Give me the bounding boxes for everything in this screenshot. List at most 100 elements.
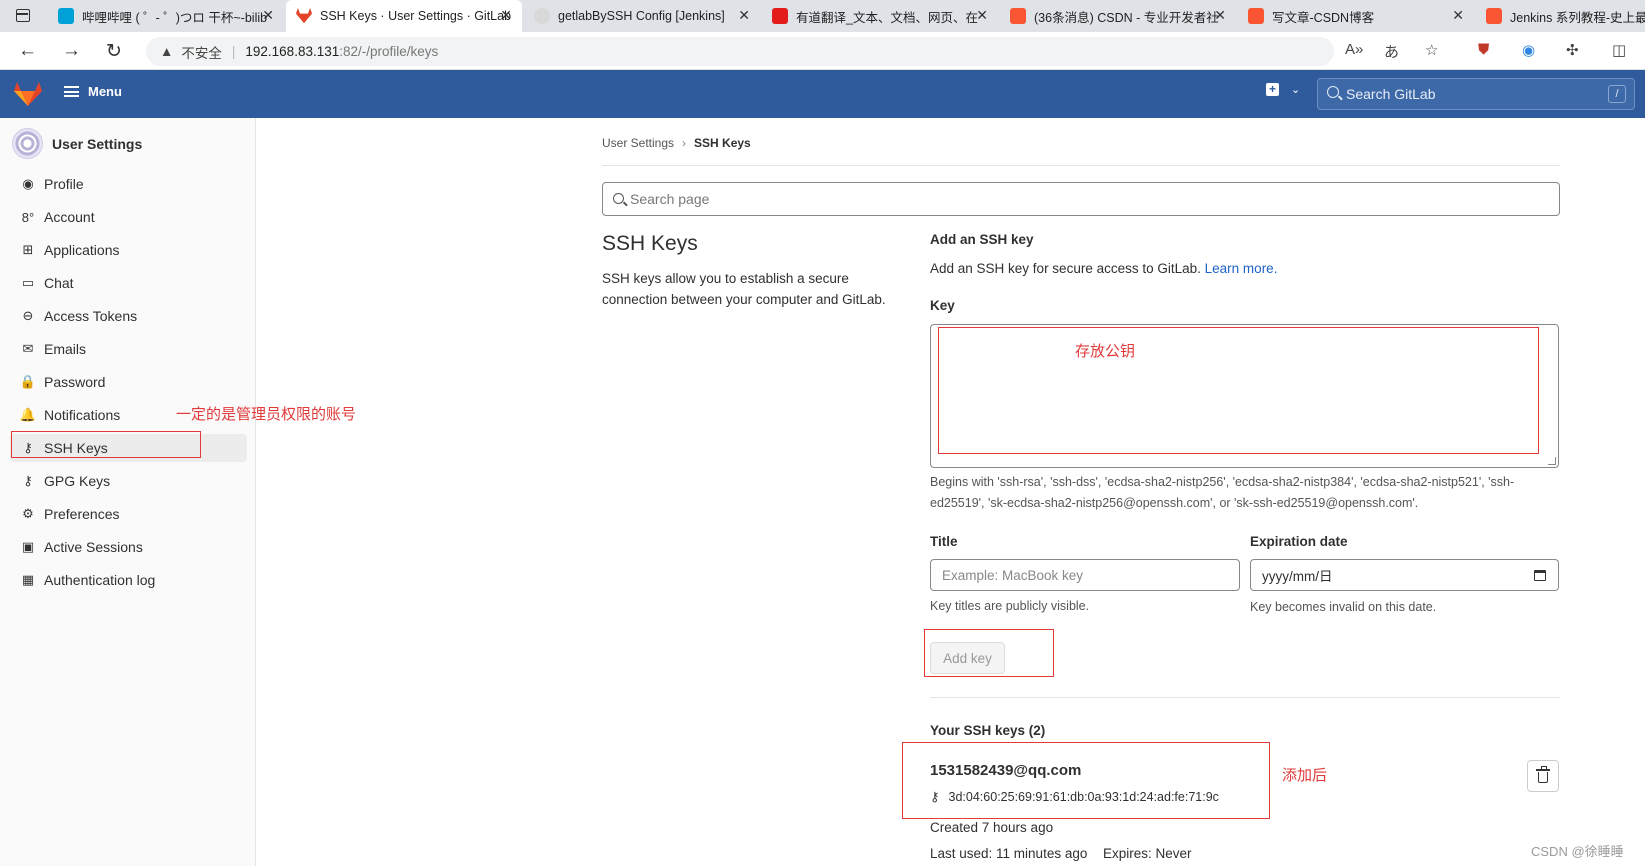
- extension-icon[interactable]: ◉: [1522, 41, 1535, 59]
- browser-tab-bar: 哔哩哔哩 ( ゜- ゜)つロ 干杯~-bilib ✕ SSH Keys · Us…: [0, 0, 1645, 32]
- search-icon: [1327, 86, 1339, 98]
- sidebar-item-label: Active Sessions: [44, 539, 143, 555]
- sidebar-item-label: Account: [44, 209, 95, 225]
- page-description: SSH keys allow you to establish a secure…: [602, 271, 886, 307]
- close-tab-icon[interactable]: ✕: [500, 7, 512, 24]
- annotation-store-key: 存放公钥: [1075, 343, 1136, 360]
- annotation-box: [11, 431, 201, 458]
- user-icon: ◉: [22, 176, 34, 191]
- annotation-after-add: 添加后: [1282, 767, 1328, 784]
- sidebar-item-label: Profile: [44, 176, 84, 192]
- browser-tab[interactable]: 哔哩哔哩 ( ゜- ゜)つロ 干杯~-bilib ✕: [48, 0, 284, 32]
- learn-more-link[interactable]: Learn more.: [1205, 261, 1278, 276]
- gitlab-favicon-icon: [296, 8, 312, 24]
- menu-label: Menu: [88, 84, 122, 99]
- close-tab-icon[interactable]: ✕: [738, 7, 750, 24]
- monitor-icon: ▣: [21, 539, 35, 554]
- split-screen-icon[interactable]: ◫: [1612, 41, 1626, 59]
- sidebar-item-label: Emails: [44, 341, 87, 357]
- add-ssh-key-intro: Add an SSH key for secure access to GitL…: [930, 261, 1277, 276]
- translate-icon[interactable]: あ: [1384, 41, 1399, 62]
- url-field[interactable]: ▲ 不安全 | 192.168.83.131 :82/-/profile/key…: [146, 37, 1334, 66]
- intro-text: Add an SSH key for secure access to GitL…: [930, 261, 1201, 276]
- divider: [930, 697, 1560, 698]
- sidebar-item-label: Preferences: [44, 506, 120, 522]
- sidebar-item-label: Applications: [44, 242, 120, 258]
- sidebar-item-active-sessions[interactable]: ▣ Active Sessions: [10, 533, 247, 561]
- back-arrow-icon[interactable]: ←: [18, 40, 37, 62]
- browser-tab[interactable]: 有道翻译_文本、文档、网页、在 ✕: [762, 0, 998, 32]
- csdn-favicon-icon: [1248, 8, 1264, 24]
- forward-arrow-icon[interactable]: →: [62, 40, 81, 62]
- search-page-input[interactable]: Search page: [602, 182, 1560, 216]
- sidebar-item-emails[interactable]: ✉ Emails: [10, 335, 247, 363]
- title-input[interactable]: Example: MacBook key: [930, 559, 1240, 591]
- key-label: Key: [930, 298, 955, 313]
- sidebar-item-account[interactable]: 8° Account: [10, 203, 247, 231]
- sidebar-item-label: Authentication log: [44, 572, 156, 588]
- sidebar-item-gpg-keys[interactable]: ⚷ GPG Keys: [10, 467, 247, 495]
- new-item-icon[interactable]: +: [1266, 83, 1279, 96]
- sidebar-item-label: GPG Keys: [44, 473, 111, 489]
- breadcrumb-parent[interactable]: User Settings: [602, 136, 674, 150]
- sidebar-item-preferences[interactable]: ⚙ Preferences: [10, 500, 247, 528]
- warning-icon: ▲: [160, 44, 174, 59]
- expiration-date-input[interactable]: yyyy/mm/日: [1250, 559, 1559, 591]
- calendar-icon[interactable]: [1534, 570, 1546, 581]
- ssh-key-last-used: Last used: 11 minutes ago: [930, 846, 1088, 861]
- favorite-star-icon[interactable]: ☆: [1425, 41, 1438, 59]
- tab-actions-icon[interactable]: [16, 9, 30, 22]
- gitlab-header: Menu + ⌄ Search GitLab /: [0, 70, 1645, 118]
- tab-title: (36条消息) CSDN - 专业开发者社: [1034, 10, 1219, 25]
- browser-tab-active[interactable]: SSH Keys · User Settings · GitLab ✕: [286, 0, 522, 32]
- tab-title: SSH Keys · User Settings · GitLab: [320, 9, 512, 23]
- expiration-label: Expiration date: [1250, 534, 1348, 549]
- sidebar-item-password[interactable]: 🔒 Password: [10, 368, 247, 396]
- search-gitlab-input[interactable]: Search GitLab /: [1317, 78, 1635, 110]
- sidebar-item-label: Password: [44, 374, 106, 390]
- close-tab-icon[interactable]: ✕: [262, 7, 274, 24]
- youdao-favicon-icon: [772, 8, 788, 24]
- reload-icon[interactable]: ↻: [106, 40, 122, 63]
- search-placeholder: Search GitLab: [1346, 86, 1436, 102]
- watermark: CSDN @徐睡睡: [1531, 844, 1624, 859]
- sidebar-header[interactable]: User Settings: [12, 128, 142, 159]
- extensions-puzzle-icon[interactable]: ✣: [1566, 41, 1579, 59]
- log-icon: ▦: [21, 572, 35, 587]
- sidebar-item-label: Access Tokens: [44, 308, 138, 324]
- delete-key-button[interactable]: [1527, 760, 1559, 792]
- browser-tab[interactable]: 写文章-CSDN博客 ✕: [1238, 0, 1474, 32]
- sidebar-item-profile[interactable]: ◉ Profile: [10, 170, 247, 198]
- chevron-down-icon[interactable]: ⌄: [1291, 83, 1300, 96]
- sidebar-item-label: Notifications: [44, 407, 121, 423]
- url-path: :82/-/profile/keys: [339, 44, 439, 59]
- gitlab-logo-icon[interactable]: [14, 81, 42, 107]
- key-icon: ⚷: [23, 473, 33, 488]
- close-tab-icon[interactable]: ✕: [1214, 7, 1226, 24]
- preferences-icon: ⚙: [22, 506, 34, 521]
- divider: [602, 165, 1560, 166]
- browser-tab[interactable]: getlabBySSH Config [Jenkins] ✕: [524, 0, 760, 32]
- tab-title: 哔哩哔哩 ( ゜- ゜)つロ 干杯~-bilib: [82, 10, 268, 25]
- hamburger-icon: [64, 86, 79, 97]
- read-aloud-icon[interactable]: A»: [1345, 41, 1363, 58]
- token-icon: ⊖: [22, 308, 34, 323]
- close-tab-icon[interactable]: ✕: [976, 7, 988, 24]
- menu-button[interactable]: Menu: [64, 84, 122, 99]
- sidebar-item-access-tokens[interactable]: ⊖ Access Tokens: [10, 302, 247, 330]
- ublock-icon[interactable]: ⛊: [1478, 41, 1489, 58]
- search-icon: [613, 193, 624, 204]
- browser-tab[interactable]: Jenkins 系列教程-史上最简: [1476, 0, 1645, 32]
- browser-tab[interactable]: (36条消息) CSDN - 专业开发者社 ✕: [1000, 0, 1236, 32]
- annotation-box: [902, 742, 1270, 819]
- sidebar-item-chat[interactable]: ▭ Chat: [10, 269, 247, 297]
- ssh-key-expires: Expires: Never: [1103, 846, 1192, 861]
- close-tab-icon[interactable]: ✕: [1452, 7, 1464, 24]
- sidebar-item-authentication-log[interactable]: ▦ Authentication log: [10, 566, 247, 594]
- title-label: Title: [930, 534, 958, 549]
- sidebar-item-applications[interactable]: ⊞ Applications: [10, 236, 247, 264]
- chevron-right-icon: ›: [682, 136, 687, 150]
- resize-handle[interactable]: [1548, 457, 1556, 465]
- bilibili-favicon-icon: [58, 8, 74, 24]
- title-placeholder: Example: MacBook key: [942, 567, 1084, 583]
